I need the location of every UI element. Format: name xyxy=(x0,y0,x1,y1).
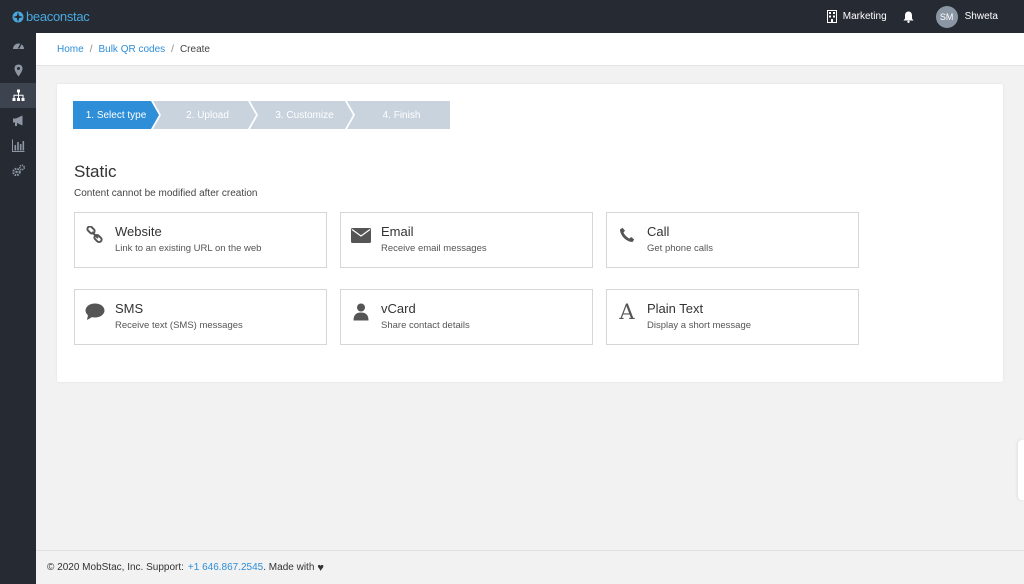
phone-icon xyxy=(617,225,637,245)
step-finish[interactable]: 4. Finish xyxy=(347,101,450,129)
breadcrumb-separator: / xyxy=(171,43,174,55)
sidebar-item-locations[interactable] xyxy=(0,58,36,83)
location-pin-icon xyxy=(14,64,22,77)
footer-copyright: © 2020 MobStac, Inc. Support: xyxy=(47,562,184,573)
card-title: Email xyxy=(381,224,414,239)
step-label: 2. Upload xyxy=(186,109,229,121)
card-title: vCard xyxy=(381,301,416,316)
card-description: Receive email messages xyxy=(381,243,487,254)
notifications-button[interactable] xyxy=(903,11,914,23)
sidebar-item-campaigns[interactable] xyxy=(0,108,36,133)
card-title: Website xyxy=(115,224,162,239)
step-label: 4. Finish xyxy=(382,109,421,121)
sitemap-icon xyxy=(12,89,24,101)
avatar: SM xyxy=(935,5,958,28)
section-title: Static xyxy=(74,162,117,181)
sidebar-item-dashboard[interactable] xyxy=(0,33,36,58)
user-icon xyxy=(351,302,371,322)
section-subtitle: Content cannot be modified after creatio… xyxy=(74,188,258,199)
step-label: 3. Customize xyxy=(275,109,334,121)
step-upload[interactable]: 2. Upload xyxy=(153,101,256,129)
step-label: 1. Select type xyxy=(85,109,147,121)
sidebar xyxy=(0,33,36,584)
type-card-website[interactable]: Website Link to an existing URL on the w… xyxy=(74,212,327,268)
megaphone-icon xyxy=(12,115,22,126)
wizard-steps: 1. Select type 2. Upload 3. Customize 4.… xyxy=(73,101,450,129)
building-icon xyxy=(826,10,837,23)
breadcrumb-current: Create xyxy=(179,43,210,55)
type-card-email[interactable]: Email Receive email messages xyxy=(340,212,593,268)
card-description: Receive text (SMS) messages xyxy=(115,320,243,331)
organization-label: Marketing xyxy=(842,11,887,22)
breadcrumb: Home / Bulk QR codes / Create xyxy=(36,33,1024,66)
step-select-type[interactable]: 1. Select type xyxy=(73,101,159,129)
analytics-icon xyxy=(11,139,24,152)
breadcrumb-separator: / xyxy=(89,43,93,55)
sidebar-item-analytics[interactable] xyxy=(0,133,36,158)
card-title: Call xyxy=(647,224,670,239)
step-customize[interactable]: 3. Customize xyxy=(250,101,353,129)
card-description: Get phone calls xyxy=(647,243,714,254)
type-card-call[interactable]: Call Get phone calls xyxy=(606,212,859,268)
brand-name: beaconstac xyxy=(26,9,90,24)
brand-logo[interactable]: beaconstac xyxy=(12,9,90,24)
card-description: Link to an existing URL on the web xyxy=(115,243,262,254)
envelope-icon xyxy=(351,225,371,245)
support-phone-link[interactable]: +1 646.867.2545 xyxy=(188,562,263,573)
footer: © 2020 MobStac, Inc. Support: +1 646.867… xyxy=(36,550,1024,584)
type-card-sms[interactable]: SMS Receive text (SMS) messages xyxy=(74,289,327,345)
dashboard-icon xyxy=(12,43,24,49)
footer-made-with: . Made with xyxy=(263,562,315,573)
card-title: Plain Text xyxy=(647,301,704,316)
sidebar-item-qr-codes[interactable] xyxy=(0,83,36,108)
card-title: SMS xyxy=(115,301,144,316)
type-card-plain-text[interactable]: A Plain Text Display a short message xyxy=(606,289,859,345)
breadcrumb-bulk-qr-link[interactable]: Bulk QR codes xyxy=(98,44,165,55)
heart-icon: ♥ xyxy=(317,561,324,574)
link-icon xyxy=(85,225,105,245)
text-font-icon: A xyxy=(619,300,635,324)
type-card-vcard[interactable]: vCard Share contact details xyxy=(340,289,593,345)
user-name: Shweta xyxy=(964,11,998,22)
user-menu[interactable]: SM Shweta xyxy=(935,5,998,28)
card-description: Display a short message xyxy=(647,320,752,331)
top-navbar: beaconstac Marketing SM Shweta xyxy=(0,0,1024,33)
bell-icon xyxy=(903,11,914,23)
create-panel: 1. Select type 2. Upload 3. Customize 4.… xyxy=(57,84,1003,382)
help-widget-edge[interactable] xyxy=(1018,440,1024,500)
beaconstac-logo-icon xyxy=(12,11,24,22)
settings-icon xyxy=(11,164,25,177)
chat-bubble-icon xyxy=(85,302,105,322)
sidebar-item-settings[interactable] xyxy=(0,158,36,183)
card-description: Share contact details xyxy=(381,320,470,331)
breadcrumb-home-link[interactable]: Home xyxy=(57,44,84,55)
organization-switcher[interactable]: Marketing xyxy=(826,10,887,23)
